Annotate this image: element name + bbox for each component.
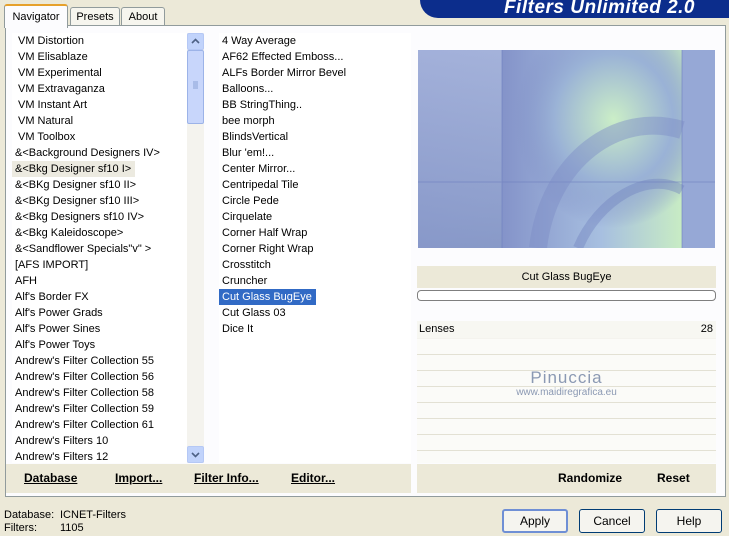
- category-item[interactable]: &<Background Designers IV>: [12, 145, 187, 161]
- chevron-down-icon: [191, 452, 200, 458]
- scroll-up-button[interactable]: [187, 33, 204, 50]
- parameter-row[interactable]: Lenses 28: [417, 321, 716, 338]
- category-item[interactable]: VM Natural: [12, 113, 187, 129]
- preview-image: [418, 50, 715, 248]
- category-item[interactable]: Andrew's Filters 10: [12, 433, 187, 449]
- category-item[interactable]: VM Elisablaze: [12, 49, 187, 65]
- cancel-button[interactable]: Cancel: [579, 509, 645, 533]
- category-item[interactable]: Andrew's Filter Collection 58: [12, 385, 187, 401]
- category-item[interactable]: Andrew's Filter Collection 56: [12, 369, 187, 385]
- grip-icon: [193, 81, 198, 89]
- watermark-url: www.maidiregrafica.eu: [516, 387, 617, 398]
- category-item[interactable]: AFH: [12, 273, 187, 289]
- category-item[interactable]: [AFS IMPORT]: [12, 257, 187, 273]
- filters-status-value: 1105: [60, 522, 84, 534]
- database-button[interactable]: Database: [24, 471, 77, 485]
- filters-status-label: Filters:: [4, 522, 37, 534]
- category-item[interactable]: VM Distortion: [12, 33, 187, 49]
- database-status-label: Database:: [4, 509, 55, 521]
- filter-item[interactable]: Cruncher: [219, 273, 411, 289]
- category-item[interactable]: VM Instant Art: [12, 97, 187, 113]
- tab-presets[interactable]: Presets: [70, 7, 120, 26]
- category-item[interactable]: Andrew's Filter Collection 61: [12, 417, 187, 433]
- category-scrollbar[interactable]: [187, 33, 204, 463]
- filter-name-bar: Cut Glass BugEye: [417, 266, 716, 288]
- preview-graphic: [418, 50, 715, 248]
- empty-parameter-rows: [417, 339, 716, 463]
- filter-item[interactable]: Cut Glass BugEye: [219, 289, 316, 305]
- category-item[interactable]: Alf's Border FX: [12, 289, 187, 305]
- filter-item[interactable]: Corner Right Wrap: [219, 241, 411, 257]
- filter-item[interactable]: Centripedal Tile: [219, 177, 411, 193]
- filter-item[interactable]: Balloons...: [219, 81, 411, 97]
- filter-item[interactable]: Center Mirror...: [219, 161, 411, 177]
- filter-item[interactable]: Dice It: [219, 321, 411, 337]
- category-item[interactable]: VM Toolbox: [12, 129, 187, 145]
- filter-item[interactable]: 4 Way Average: [219, 33, 411, 49]
- progress-bar: [417, 290, 716, 301]
- category-item[interactable]: Andrew's Filter Collection 59: [12, 401, 187, 417]
- editor-button[interactable]: Editor...: [291, 471, 335, 485]
- filter-item[interactable]: bee morph: [219, 113, 411, 129]
- filter-item[interactable]: Corner Half Wrap: [219, 225, 411, 241]
- chevron-up-icon: [191, 38, 200, 44]
- category-item[interactable]: Alf's Power Grads: [12, 305, 187, 321]
- tab-about[interactable]: About: [121, 7, 165, 26]
- category-item[interactable]: &<Bkg Kaleidoscope>: [12, 225, 187, 241]
- category-item[interactable]: &<Sandflower Specials"v" >: [12, 241, 187, 257]
- filter-item[interactable]: Cut Glass 03: [219, 305, 411, 321]
- filter-item[interactable]: Crosstitch: [219, 257, 411, 273]
- watermark-name: Pinuccia: [530, 368, 603, 387]
- tab-navigator[interactable]: Navigator: [4, 4, 68, 28]
- filter-item[interactable]: BlindsVertical: [219, 129, 411, 145]
- category-item[interactable]: &<Bkg Designers sf10 IV>: [12, 209, 187, 225]
- category-item[interactable]: Alf's Power Sines: [12, 321, 187, 337]
- category-item[interactable]: VM Extravaganza: [12, 81, 187, 97]
- category-item[interactable]: Alf's Power Toys: [12, 337, 187, 353]
- category-item[interactable]: Andrew's Filters 12: [12, 449, 187, 463]
- filter-item[interactable]: Blur 'em!...: [219, 145, 411, 161]
- parameter-area: Lenses 28 Pinuccia www.maidiregrafica.eu: [417, 321, 716, 463]
- filter-info-button[interactable]: Filter Info...: [194, 471, 259, 485]
- filter-item[interactable]: ALFs Border Mirror Bevel: [219, 65, 411, 81]
- database-status-value: ICNET-Filters: [60, 509, 126, 521]
- parameter-value: 28: [700, 323, 713, 335]
- scroll-thumb[interactable]: [187, 50, 204, 124]
- filter-item[interactable]: AF62 Effected Emboss...: [219, 49, 411, 65]
- category-list[interactable]: VM Distortion VM Elisablaze VM Experimenta…: [12, 33, 187, 463]
- category-item[interactable]: Andrew's Filter Collection 55: [12, 353, 187, 369]
- parameter-label: Lenses: [419, 323, 455, 335]
- import-button[interactable]: Import...: [115, 471, 162, 485]
- category-item[interactable]: &<Bkg Designer sf10 I>: [12, 161, 136, 177]
- filter-item[interactable]: BB StringThing..: [219, 97, 411, 113]
- category-item[interactable]: VM Experimental: [12, 65, 187, 81]
- category-item[interactable]: &<BKg Designer sf10 II>: [12, 177, 187, 193]
- preview-filter-name: Cut Glass BugEye: [521, 271, 612, 283]
- category-item[interactable]: &<BKg Designer sf10 III>: [12, 193, 187, 209]
- apply-button[interactable]: Apply: [502, 509, 568, 533]
- filter-item[interactable]: Circle Pede: [219, 193, 411, 209]
- banner-title: Filters Unlimited 2.0: [503, 0, 695, 18]
- filter-item[interactable]: Cirquelate: [219, 209, 411, 225]
- randomize-button[interactable]: Randomize: [558, 471, 622, 485]
- help-button[interactable]: Help: [656, 509, 722, 533]
- reset-button[interactable]: Reset: [657, 471, 690, 485]
- title-banner: Filters Unlimited 2.0: [420, 0, 729, 18]
- scroll-down-button[interactable]: [187, 446, 204, 463]
- filter-list[interactable]: 4 Way Average AF62 Effected Emboss... ALFs…: [219, 33, 411, 463]
